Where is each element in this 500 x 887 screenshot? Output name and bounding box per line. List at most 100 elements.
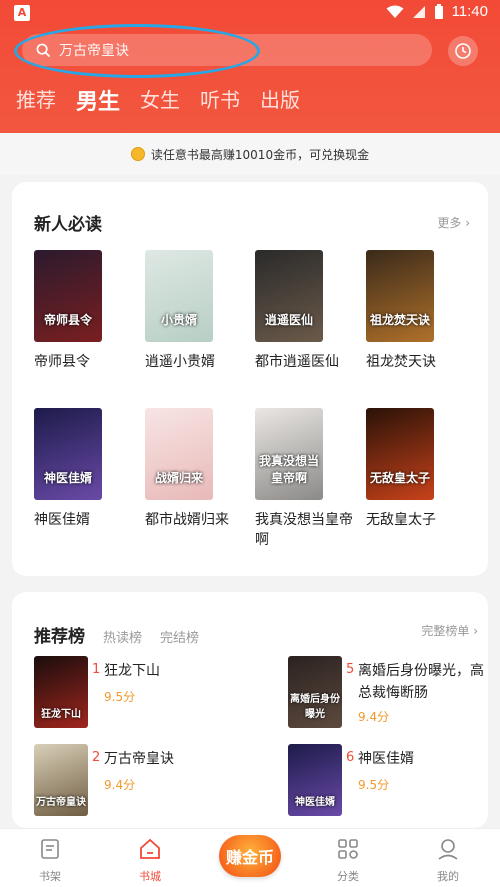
book-item[interactable]: 战婿归来都市战婿归来 <box>145 408 255 530</box>
book-item[interactable]: 逍遥医仙都市逍遥医仙 <box>255 250 365 372</box>
cover-title: 帝师县令 <box>43 313 92 327</box>
rank-number: 5 <box>346 662 355 677</box>
rank-title-line2: 总裁悔断肠 <box>358 685 428 701</box>
nav-label: 书城 <box>139 870 161 883</box>
book-cover[interactable]: 战婿归来 <box>145 408 213 500</box>
book-title: 无敌皇太子 <box>366 512 436 528</box>
rank-number: 1 <box>92 662 101 677</box>
nav-label: 书架 <box>39 870 61 883</box>
coin-banner[interactable]: 读任意书最高赚10010金币，可兑换现金 <box>0 133 500 175</box>
book-cover[interactable]: 神医佳婿 <box>288 744 342 816</box>
cover-title: 战婿归来 <box>154 471 203 485</box>
book-cover[interactable]: 神医佳婿 <box>34 408 102 500</box>
nav-label: 我的 <box>437 870 459 883</box>
category-icon <box>338 839 358 859</box>
cover-title: 狂龙下山 <box>41 709 81 720</box>
book-cover[interactable]: 逍遥医仙 <box>255 250 323 342</box>
notification-icon: A <box>14 5 30 21</box>
cover-title: 我真没想当皇帝啊 <box>258 454 319 485</box>
book-cover[interactable]: 帝师县令 <box>34 250 102 342</box>
coin-icon <box>130 147 145 161</box>
tab-published[interactable]: 出版 <box>260 84 300 116</box>
status-time: 11:40 <box>451 3 488 20</box>
book-cover[interactable]: 无敌皇太子 <box>366 408 434 500</box>
cover-title: 小贵婿 <box>160 313 197 327</box>
tab-recommend-rank[interactable]: 推荐榜 <box>34 622 85 647</box>
book-title: 逍遥小贵婿 <box>145 354 215 370</box>
rank-score: 9.5分 <box>358 778 390 792</box>
nav-label: 分类 <box>337 870 359 883</box>
book-item[interactable]: 小贵婿 逍遥小贵婿 <box>145 250 255 372</box>
book-item[interactable]: 祖龙焚天诀 祖龙焚天诀 <box>366 250 476 372</box>
ranking-item[interactable]: 万古帝皇诀 2 万古帝皇诀 9.4分 <box>34 744 234 816</box>
tab-audiobook[interactable]: 听书 <box>200 84 240 116</box>
cover-title: 万古帝皇诀 <box>36 797 86 808</box>
tab-female[interactable]: 女生 <box>140 84 180 116</box>
book-item[interactable]: 帝师县令 帝师县令 <box>34 250 144 372</box>
book-title: 帝师县令 <box>34 354 90 370</box>
book-cover[interactable]: 我真没想当皇帝啊 <box>255 408 323 500</box>
rank-title: 神医佳婿 <box>358 751 414 767</box>
wifi-icon <box>386 5 404 18</box>
cover-title: 神医佳婿 <box>295 797 335 808</box>
ranking-item[interactable]: 离婚后身份曝光 5 离婚后身份曝光，高 总裁悔断肠 9.4分 <box>288 656 488 728</box>
cover-title: 离婚后身份曝光 <box>290 694 340 720</box>
full-ranking-label: 完整榜单 <box>421 624 470 638</box>
rank-score: 9.4分 <box>358 710 390 724</box>
rank-number: 2 <box>92 750 101 765</box>
cover-title: 祖龙焚天诀 <box>369 313 430 327</box>
status-bar: A 11:40 <box>0 0 500 26</box>
home-icon <box>140 838 160 859</box>
tab-completed-rank[interactable]: 完结榜 <box>160 627 199 646</box>
book-title: 祖龙焚天诀 <box>366 354 436 370</box>
book-title: 都市战婿归来 <box>145 512 229 528</box>
book-title: 都市逍遥医仙 <box>255 354 339 370</box>
book-cover[interactable]: 狂龙下山 <box>34 656 88 728</box>
book-title: 神医佳婿 <box>34 512 90 528</box>
nav-category[interactable]: 分类 <box>318 837 378 884</box>
nav-bookstore[interactable]: 书城 <box>120 837 180 884</box>
chevron-right-icon: › <box>465 216 470 230</box>
book-item[interactable]: 神医佳婿 神医佳婿 <box>34 408 144 530</box>
tab-recommend[interactable]: 推荐 <box>16 84 56 116</box>
cover-title: 逍遥医仙 <box>264 313 313 327</box>
book-cover[interactable]: 祖龙焚天诀 <box>366 250 434 342</box>
cover-title: 无敌皇太子 <box>369 471 430 485</box>
more-link[interactable]: 更多 › <box>437 214 470 231</box>
cover-title: 神医佳婿 <box>43 471 92 485</box>
new-reader-section: 新人必读 更多 › 帝师县令 帝师县令 小贵婿 逍遥小贵婿 逍遥医仙 都市逍遥医仙 祖龙焚天… <box>12 182 488 576</box>
rank-title: 万古帝皇诀 <box>104 751 174 767</box>
chevron-right-icon: › <box>473 624 478 638</box>
status-right: 11:40 <box>386 3 488 20</box>
book-cover[interactable]: 小贵婿 <box>145 250 213 342</box>
rank-number: 6 <box>346 750 355 765</box>
header: A 11:40 万古帝皇诀 推荐 男生 女生 听书 出版 <box>0 0 500 133</box>
rank-score: 9.5分 <box>104 690 136 704</box>
signal-icon <box>412 5 425 18</box>
bookshelf-icon <box>41 839 59 859</box>
ranking-item[interactable]: 狂龙下山 1 狂龙下山 9.5分 <box>34 656 234 728</box>
highlight-ellipse <box>14 24 260 78</box>
book-title: 我真没想当皇帝啊 <box>255 512 353 548</box>
book-cover[interactable]: 离婚后身份曝光 <box>288 656 342 728</box>
clock-icon <box>455 43 471 59</box>
earn-coins-button[interactable]: 赚金币 <box>219 835 281 877</box>
ranking-item[interactable]: 神医佳婿 6 神医佳婿 9.5分 <box>288 744 488 816</box>
rank-score: 9.4分 <box>104 778 136 792</box>
ranking-tabs: 推荐榜 热读榜 完结榜 <box>34 622 199 647</box>
category-tabs: 推荐 男生 女生 听书 出版 <box>16 84 300 116</box>
battery-icon <box>434 3 443 19</box>
profile-icon <box>438 839 458 860</box>
rank-title: 狂龙下山 <box>104 663 160 679</box>
tab-hot-rank[interactable]: 热读榜 <box>103 627 142 646</box>
book-item[interactable]: 我真没想当皇帝啊 我真没想当皇帝啊 <box>255 408 365 550</box>
more-label: 更多 <box>437 216 462 230</box>
nav-profile[interactable]: 我的 <box>418 837 478 884</box>
book-cover[interactable]: 万古帝皇诀 <box>34 744 88 816</box>
nav-bookshelf[interactable]: 书架 <box>20 837 80 884</box>
earn-coins-label: 赚金币 <box>225 848 274 867</box>
full-ranking-link[interactable]: 完整榜单 › <box>421 622 478 639</box>
history-button[interactable] <box>448 36 478 66</box>
book-item[interactable]: 无敌皇太子 无敌皇太子 <box>366 408 476 530</box>
tab-male[interactable]: 男生 <box>76 84 120 116</box>
